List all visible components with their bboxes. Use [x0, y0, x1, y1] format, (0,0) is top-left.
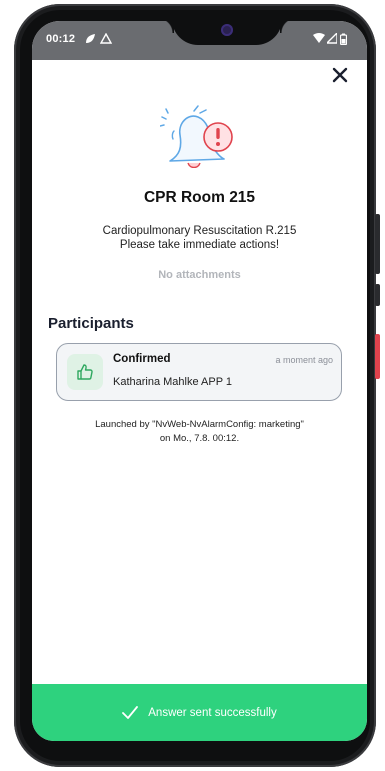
- signal-icon: [325, 31, 338, 47]
- leaf-icon: [84, 33, 96, 48]
- alarm-description-line2: Please take immediate actions!: [119, 239, 280, 251]
- alarm-description-line1: Cardiopulmonary Resuscitation R.215: [102, 225, 297, 237]
- attachments-placeholder: No attachments: [158, 269, 241, 281]
- alarm-title: CPR Room 215: [143, 189, 256, 206]
- app-screen: 00:12 CPR Room 215 Cardiopulmonary Resus…: [32, 21, 367, 741]
- success-toast-text: Answer sent successfully: [148, 706, 277, 719]
- participant-status: Confirmed: [113, 353, 171, 365]
- thumbs-up-icon: [77, 364, 93, 380]
- participants-heading: Participants: [48, 315, 134, 332]
- launch-info-line2: on Mo., 7.8. 00:12.: [159, 433, 240, 444]
- warning-triangle-icon: [99, 32, 113, 48]
- checkmark-icon: [122, 705, 139, 719]
- battery-icon: [339, 33, 348, 48]
- status-bar: 00:12: [32, 21, 367, 60]
- participant-name: Katharina Mahlke APP 1: [113, 376, 233, 388]
- wifi-icon: [313, 33, 325, 47]
- participant-timestamp: a moment ago: [275, 355, 333, 365]
- front-camera: [221, 24, 233, 36]
- camera-notch: [158, 21, 296, 45]
- launch-info: Launched by "NvWeb-NvAlarmConfig: market…: [32, 418, 367, 446]
- alarm-bell-illustration: [159, 103, 240, 169]
- power-button: [375, 334, 380, 379]
- thumbs-up-icon-container: [67, 354, 103, 390]
- close-button[interactable]: [329, 64, 351, 86]
- close-icon: [332, 67, 348, 83]
- status-time: 00:12: [46, 33, 76, 45]
- alarm-description: Cardiopulmonary Resuscitation R.215 Plea…: [32, 224, 367, 252]
- success-toast: Answer sent successfully: [32, 684, 367, 741]
- participant-card[interactable]: Confirmed a moment ago Katharina Mahlke …: [56, 343, 342, 401]
- volume-button: [375, 214, 380, 274]
- volume-button-small: [375, 284, 380, 306]
- launch-info-line1: Launched by "NvWeb-NvAlarmConfig: market…: [95, 419, 304, 430]
- exclamation-badge-icon: [203, 122, 233, 152]
